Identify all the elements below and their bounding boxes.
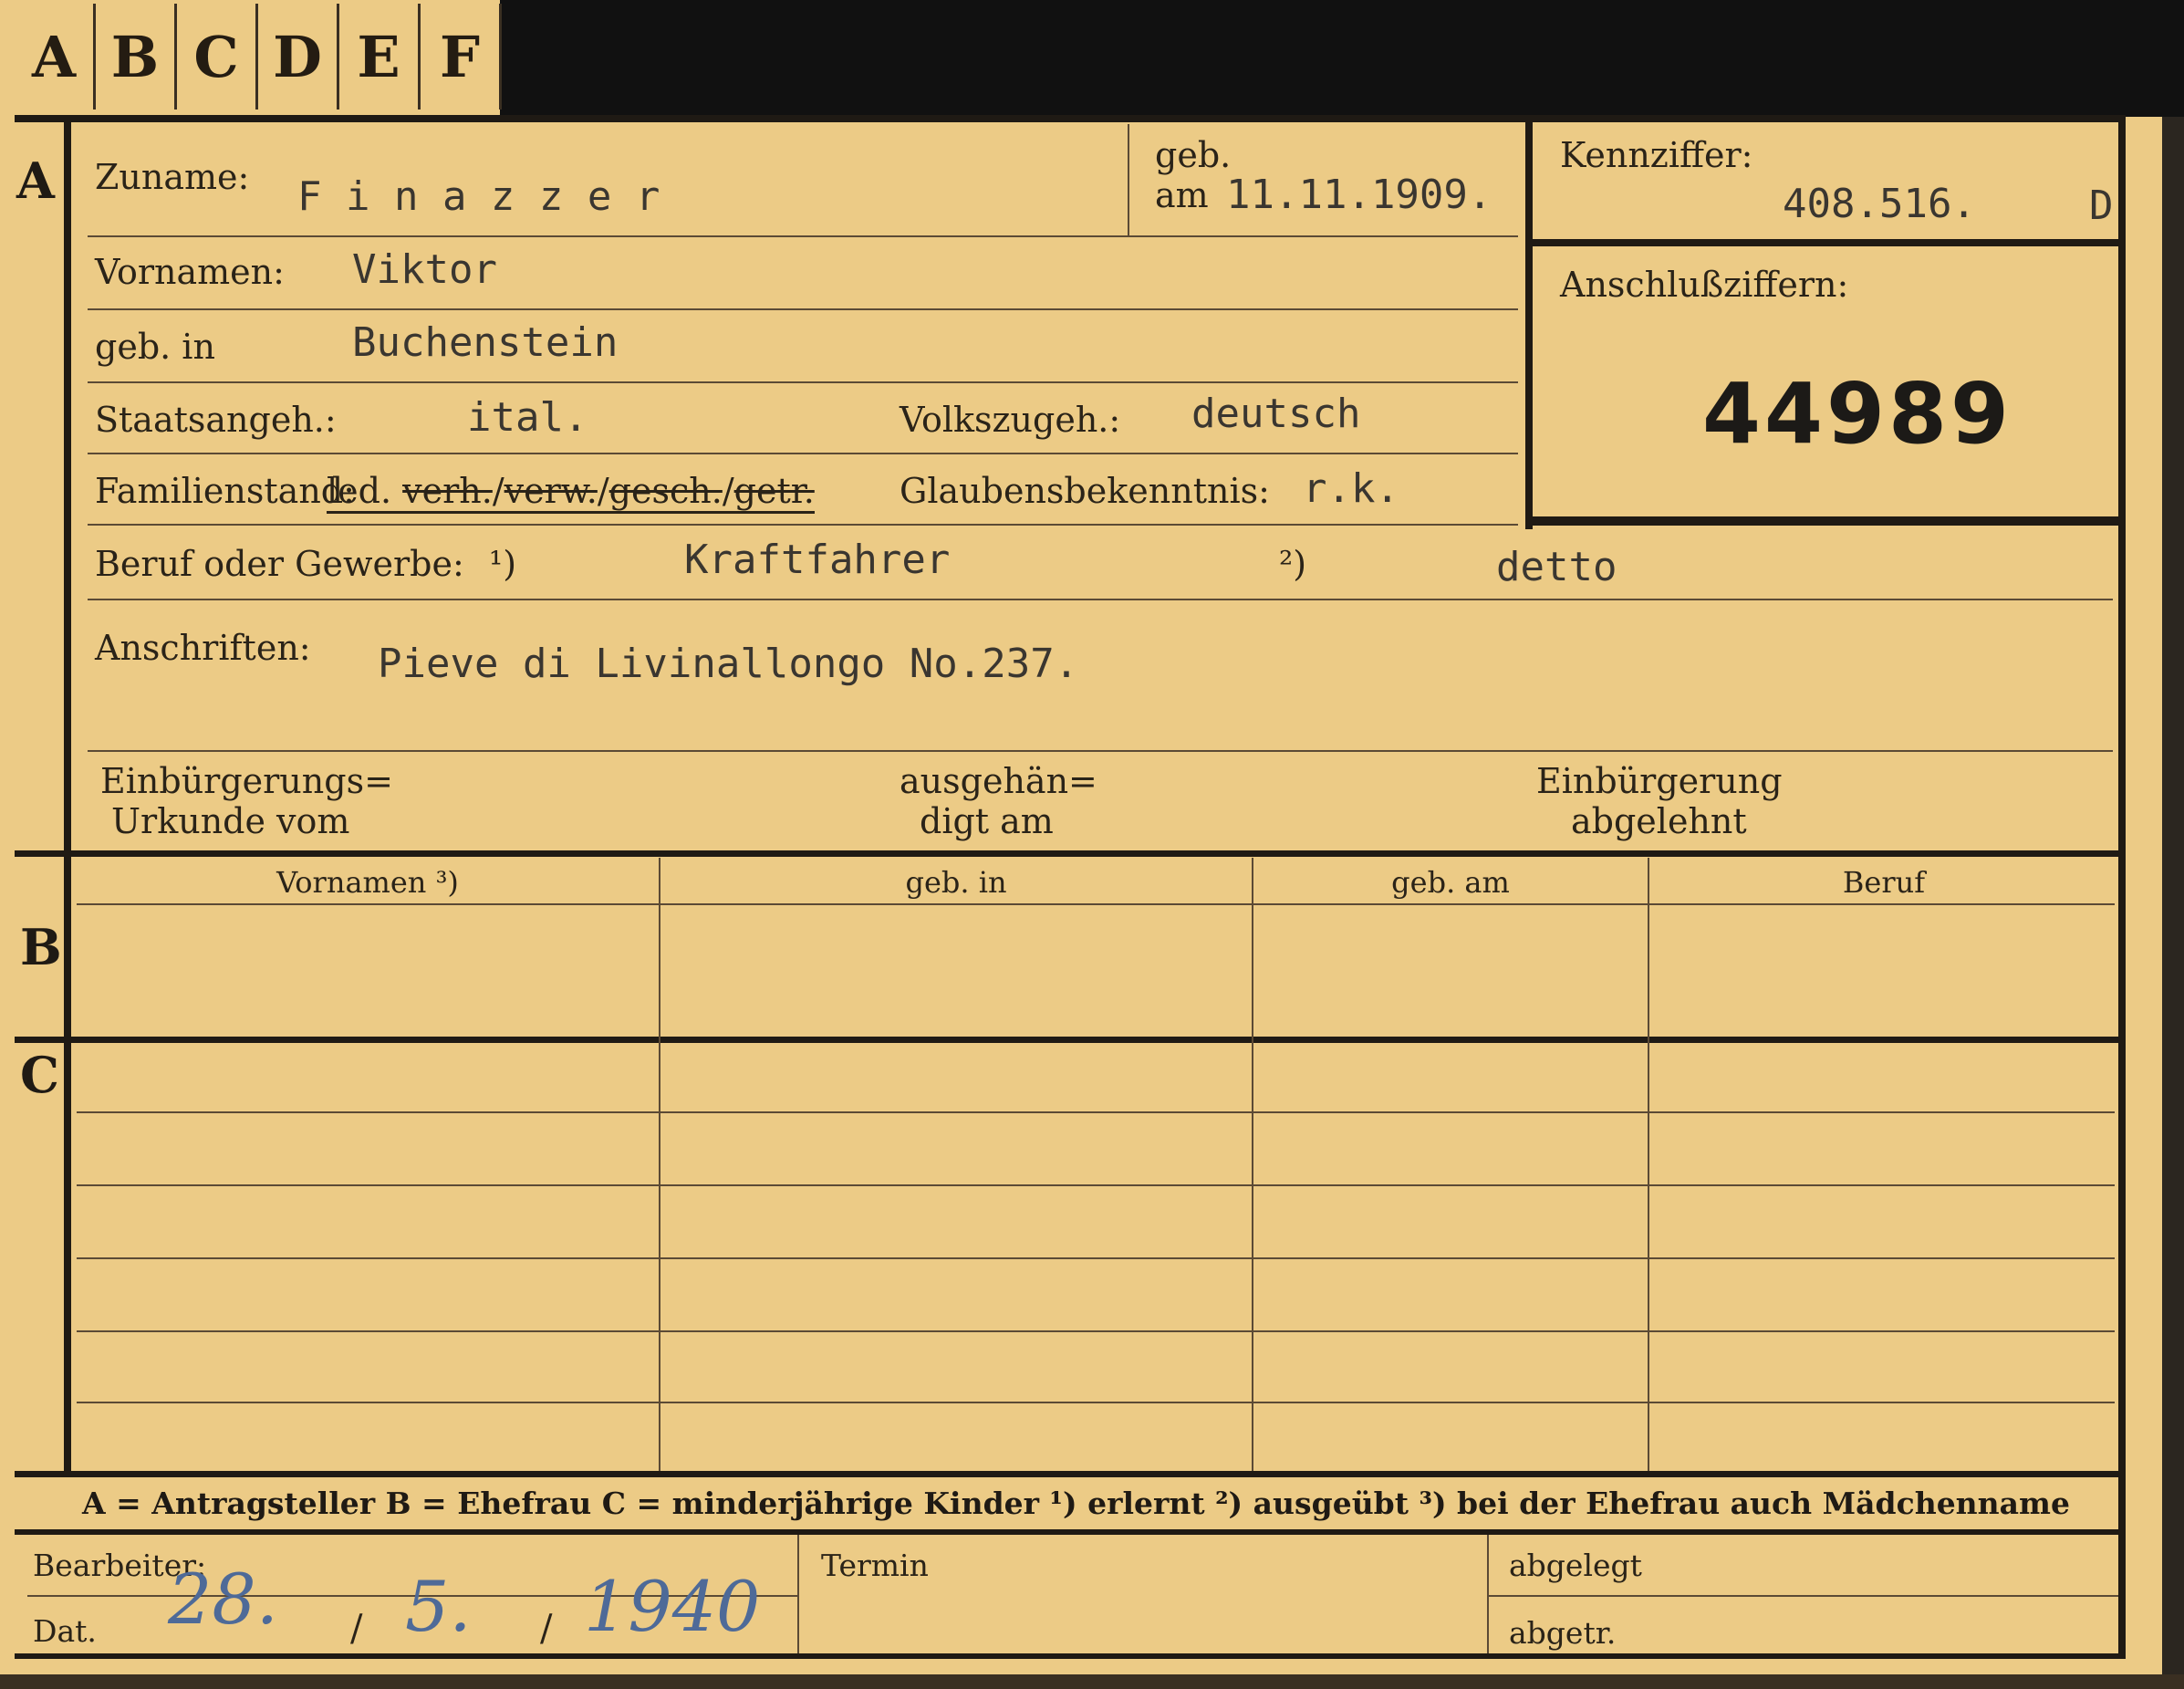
section-a-divider [15, 850, 2126, 857]
row-line [88, 750, 2113, 752]
beruf-ausgeuebt-value: detto [1496, 544, 1617, 590]
table-col-divider [1648, 858, 1649, 1471]
registration-card: A B C D E F A B C Zuname: F i n a z z e … [0, 0, 2184, 1689]
glauben-value: r.k. [1303, 465, 1399, 512]
kennziffer-box-mid [1533, 239, 2126, 246]
ausgehaengt-label-2: digt am [920, 801, 1054, 841]
row-line [88, 599, 2113, 600]
einbuergerung-label-1: Einbürgerungs= [100, 761, 393, 801]
staats-label: Staatsangeh.: [95, 400, 337, 440]
anschriften-value: Pieve di Livinallongo No.237. [378, 641, 1079, 687]
kennziffer-value: 408.516. [1783, 181, 1976, 227]
familienstand-label: Familienstand: [95, 471, 355, 511]
option-getr: getr. [733, 471, 815, 511]
kennziffer-box-left [1525, 122, 1533, 529]
kennziffer-box-bottom [1525, 516, 2126, 526]
col-header-geb-am: geb. am [1391, 865, 1510, 900]
abgelehnt-label-2: abgelehnt [1571, 801, 1747, 841]
kennziffer-label: Kennziffer: [1560, 135, 1753, 175]
volks-value: deutsch [1191, 391, 1361, 437]
frame-right [2118, 115, 2126, 1657]
section-a-label: A [16, 151, 55, 210]
anschluss-label: Anschlußziffern: [1560, 265, 1849, 305]
geb-divider [1128, 124, 1129, 235]
tab-d[interactable]: D [258, 4, 339, 109]
section-b-divider [15, 1037, 2126, 1043]
handwritten-year: 1940 [584, 1566, 761, 1647]
option-led: led. [327, 471, 392, 511]
birth-date-value: 11.11.1909. [1226, 172, 1492, 218]
familienstand-options: led. verh./verw./gesch./getr. [327, 471, 815, 514]
table-row [77, 1402, 2115, 1403]
beruf-label: Beruf oder Gewerbe: [95, 544, 464, 584]
beruf-footnote-1: ¹) [489, 544, 517, 584]
footer-col-divider [797, 1535, 799, 1653]
tab-f[interactable]: F [421, 4, 502, 109]
zuname-value: F i n a z z e r [297, 173, 660, 220]
index-tabs: A B C D E F [15, 4, 502, 113]
row-line [88, 453, 1518, 454]
card-bottom-edge [0, 1674, 2184, 1689]
footer-row-line [1489, 1595, 2118, 1597]
abgelehnt-label-1: Einbürgerung [1536, 761, 1783, 801]
table-row [77, 1184, 2115, 1186]
beruf-erlernt-value: Kraftfahrer [684, 537, 951, 583]
row-line [88, 308, 1518, 310]
frame-left-inner [64, 115, 71, 1475]
card-bottom-bar [15, 1653, 2126, 1659]
vornamen-label: Vornamen: [95, 252, 285, 292]
legend-text: A = Antragsteller B = Ehefrau C = minder… [82, 1486, 2070, 1521]
table-row [77, 1257, 2115, 1259]
beruf-footnote-2: ²) [1279, 544, 1307, 584]
section-c-label: C [20, 1046, 59, 1104]
dat-label: Dat. [33, 1613, 97, 1649]
handwritten-month: 5. [405, 1566, 472, 1647]
card-right-edge [2162, 117, 2184, 1689]
table-col-divider [1252, 858, 1253, 1471]
background-dark [500, 0, 2184, 117]
table-row [77, 1330, 2115, 1332]
staats-value: ital. [467, 394, 588, 441]
col-header-beruf: Beruf [1842, 865, 1926, 900]
anschriften-label: Anschriften: [95, 628, 311, 668]
option-verh: verh. [402, 471, 493, 511]
legend-divider [15, 1529, 2126, 1535]
date-separator: / [540, 1608, 553, 1650]
abgetr-label: abgetr. [1509, 1615, 1617, 1651]
tab-b[interactable]: B [96, 4, 177, 109]
frame-top [15, 115, 2122, 122]
table-col-divider [659, 858, 660, 1471]
row-line [88, 235, 1518, 237]
vornamen-value: Viktor [352, 246, 497, 293]
row-line [88, 381, 1518, 383]
geb-in-value: Buchenstein [352, 319, 619, 366]
option-gesch: gesch. [608, 471, 723, 511]
geb-label: geb. [1155, 135, 1232, 175]
geb-am-label: am [1155, 175, 1209, 215]
col-header-geb-in: geb. in [905, 865, 1007, 900]
glauben-label: Glaubensbekenntnis: [900, 471, 1270, 511]
table-header-line [77, 903, 2115, 905]
ausgehaengt-label-1: ausgehän= [900, 761, 1097, 801]
footer-col-divider [1487, 1535, 1489, 1653]
einbuergerung-label-2: Urkunde vom [111, 801, 350, 841]
handwritten-day: 28. [168, 1559, 278, 1640]
anschluss-value: 44989 [1702, 365, 2013, 463]
volks-label: Volkszugeh.: [900, 400, 1121, 440]
tab-e[interactable]: E [339, 4, 421, 109]
row-line [88, 524, 1518, 526]
kennziffer-suffix: D [2089, 182, 2114, 229]
section-c-divider [15, 1471, 2126, 1477]
abgelegt-label: abgelegt [1509, 1548, 1642, 1583]
tab-c[interactable]: C [177, 4, 258, 109]
section-b-label: B [20, 918, 62, 976]
geb-in-label: geb. in [95, 327, 215, 367]
option-verw: verw. [504, 471, 598, 511]
termin-label: Termin [821, 1548, 929, 1583]
table-row [77, 1111, 2115, 1113]
col-header-vornamen: Vornamen ³) [276, 865, 459, 900]
zuname-label: Zuname: [95, 157, 250, 197]
date-separator: / [350, 1608, 363, 1650]
tab-a[interactable]: A [15, 4, 96, 109]
